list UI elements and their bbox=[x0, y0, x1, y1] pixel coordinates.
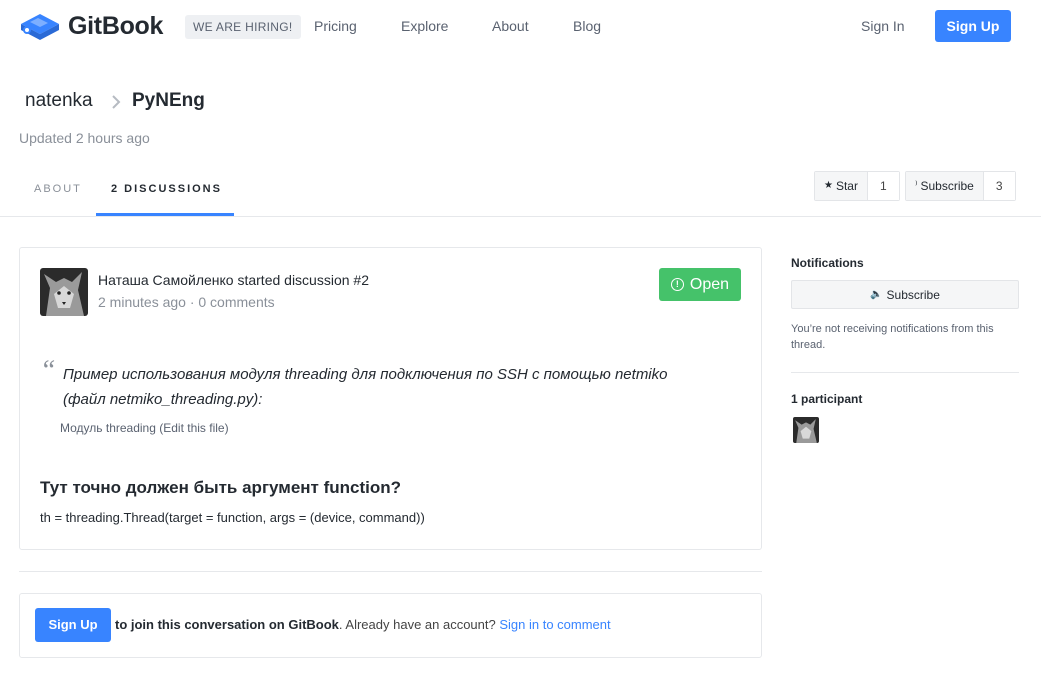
code-line: th = threading.Thread(target = function,… bbox=[40, 510, 425, 525]
header-divider bbox=[0, 216, 1041, 217]
status-label: Open bbox=[689, 275, 730, 293]
signin-link[interactable]: Sign In bbox=[861, 18, 905, 34]
subscribe-count[interactable]: 3 bbox=[983, 172, 1015, 200]
status-open-badge[interactable]: ! Open bbox=[659, 268, 741, 301]
participant-avatar-image bbox=[793, 417, 819, 443]
star-count[interactable]: 1 bbox=[867, 172, 899, 200]
nav-about[interactable]: About bbox=[492, 18, 529, 34]
discussion-question: Тут точно должен быть аргумент function? bbox=[40, 478, 402, 497]
chevron-right-icon bbox=[112, 95, 121, 109]
discussion-meta: 2 minutes ago · 0 comments bbox=[98, 294, 275, 310]
top-header: GitBook WE ARE HIRING! Pricing Explore A… bbox=[0, 0, 1041, 54]
join-text-mid: . Already have an account? bbox=[338, 617, 500, 632]
logo-text: GitBook bbox=[68, 11, 164, 40]
breadcrumb-repo[interactable]: PyNEng bbox=[132, 90, 205, 112]
nav-pricing[interactable]: Pricing bbox=[314, 18, 357, 34]
sidebar-divider bbox=[791, 372, 1019, 373]
alert-circle-icon: ! bbox=[670, 278, 684, 291]
sidebar-subscribe-button[interactable]: 🔈 Subscribe bbox=[791, 280, 1019, 309]
quote-text: Пример использования модуля threading дл… bbox=[63, 366, 668, 408]
avatar-image bbox=[40, 268, 88, 316]
star-icon: ★ bbox=[824, 180, 833, 191]
star-button-group[interactable]: ★ Star 1 bbox=[814, 171, 900, 201]
participant-avatar[interactable] bbox=[793, 417, 819, 443]
gitbook-logo[interactable]: GitBook bbox=[18, 10, 163, 42]
discussion-title: Наташа Самойленко started discussion #2 bbox=[98, 272, 369, 288]
section-divider bbox=[19, 571, 762, 572]
nav-blog[interactable]: Blog bbox=[573, 18, 601, 34]
subscribe-button[interactable]: ⁾ Subscribe bbox=[906, 172, 984, 200]
join-message: to join this conversation on GitBook. Al… bbox=[115, 617, 611, 632]
star-label: Star bbox=[835, 179, 858, 193]
updated-time: Updated 2 hours ago bbox=[19, 130, 150, 146]
join-signup-button[interactable]: Sign Up bbox=[35, 608, 111, 642]
signup-button[interactable]: Sign Up bbox=[935, 10, 1011, 42]
subscribe-label: Subscribe bbox=[920, 179, 974, 193]
sidebar-subscribe-label: Subscribe bbox=[886, 287, 940, 302]
gitbook-logo-icon bbox=[21, 14, 59, 40]
rss-icon: ⁾ bbox=[915, 180, 918, 191]
hiring-badge[interactable]: WE ARE HIRING! bbox=[185, 15, 301, 39]
star-button[interactable]: ★ Star bbox=[815, 172, 868, 200]
participants-title: 1 participant bbox=[791, 392, 863, 406]
tab-about[interactable]: About bbox=[34, 183, 82, 195]
tab-discussions[interactable]: 2 Discussions bbox=[111, 183, 222, 195]
signin-to-comment-link[interactable]: Sign in to comment bbox=[499, 617, 610, 632]
nav-explore[interactable]: Explore bbox=[401, 18, 448, 34]
breadcrumb-owner[interactable]: natenka bbox=[25, 90, 93, 112]
volume-icon: 🔈 bbox=[870, 289, 883, 300]
subscribe-button-group[interactable]: ⁾ Subscribe 3 bbox=[905, 171, 1016, 201]
quote-mark-icon: “ bbox=[40, 355, 56, 386]
quote-citation[interactable]: Модуль threading (Edit this file) bbox=[60, 421, 229, 435]
notification-note: You’re not receiving notifications from … bbox=[791, 323, 994, 351]
notifications-title: Notifications bbox=[791, 256, 864, 270]
join-text-bold: to join this conversation on GitBook bbox=[115, 617, 339, 632]
avatar[interactable] bbox=[40, 268, 88, 316]
